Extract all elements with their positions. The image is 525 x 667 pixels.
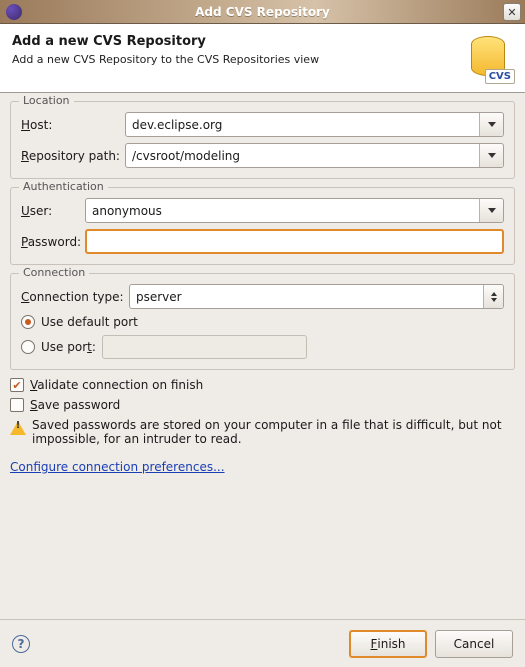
user-input[interactable]: anonymous (85, 198, 504, 223)
chevron-down-icon (488, 208, 496, 213)
connection-type-select[interactable]: pserver (129, 284, 504, 309)
chevron-down-icon (488, 153, 496, 158)
dialog-footer: ? Finish Cancel (0, 619, 525, 667)
location-legend: Location (19, 94, 74, 107)
use-port-radio[interactable]: Use port: (21, 335, 504, 359)
user-dropdown-button[interactable] (479, 199, 503, 222)
save-password-label: Save password (30, 398, 120, 412)
configure-preferences-link[interactable]: Configure connection preferences... (10, 460, 225, 474)
connection-type-spinner[interactable] (483, 285, 503, 308)
use-default-port-label: Use default port (41, 315, 138, 329)
connection-group: Connection Connection type: pserver Use … (10, 273, 515, 370)
warning-icon (10, 419, 26, 435)
port-input (102, 335, 307, 359)
dialog-header: Add a new CVS Repository Add a new CVS R… (0, 24, 525, 93)
save-password-checkbox[interactable]: Save password (10, 398, 515, 412)
authentication-group: Authentication User: anonymous Password: (10, 187, 515, 265)
cvs-repository-icon: CVS (465, 34, 513, 82)
checkbox-icon (10, 398, 24, 412)
host-label: Host: (21, 118, 125, 132)
connection-type-label: Connection type: (21, 290, 129, 304)
host-value: dev.eclipse.org (132, 118, 222, 132)
validate-connection-label: Validate connection on finish (30, 378, 203, 392)
warning-message: Saved passwords are stored on your compu… (10, 418, 515, 446)
password-input[interactable] (85, 229, 504, 254)
host-dropdown-button[interactable] (479, 113, 503, 136)
connection-type-value: pserver (136, 290, 182, 304)
user-label: User: (21, 204, 85, 218)
warning-text: Saved passwords are stored on your compu… (32, 418, 515, 446)
cancel-button[interactable]: Cancel (435, 630, 513, 658)
repository-path-value: /cvsroot/modeling (132, 149, 240, 163)
finish-button[interactable]: Finish (349, 630, 427, 658)
finish-label-tail: inish (377, 637, 405, 651)
titlebar: Add CVS Repository ✕ (0, 0, 525, 24)
host-input[interactable]: dev.eclipse.org (125, 112, 504, 137)
validate-connection-checkbox[interactable]: Validate connection on finish (10, 378, 515, 392)
repository-path-input[interactable]: /cvsroot/modeling (125, 143, 504, 168)
password-label: Password: (21, 235, 85, 249)
cvs-badge: CVS (485, 69, 515, 84)
location-group: Location Host: dev.eclipse.org Repositor… (10, 101, 515, 179)
checkbox-icon (10, 378, 24, 392)
app-icon (6, 4, 22, 20)
use-port-label: Use port: (41, 340, 96, 354)
repository-path-label: Repository path: (21, 149, 125, 163)
use-default-port-radio[interactable]: Use default port (21, 315, 504, 329)
help-button[interactable]: ? (12, 635, 30, 653)
dialog-title: Add a new CVS Repository (12, 34, 319, 49)
connection-legend: Connection (19, 266, 89, 279)
window-title: Add CVS Repository (195, 5, 330, 19)
chevron-down-icon (488, 122, 496, 127)
repository-path-dropdown-button[interactable] (479, 144, 503, 167)
user-value: anonymous (92, 204, 162, 218)
radio-icon (21, 340, 35, 354)
radio-icon (21, 315, 35, 329)
close-button[interactable]: ✕ (503, 3, 521, 21)
dialog-subtitle: Add a new CVS Repository to the CVS Repo… (12, 53, 319, 66)
authentication-legend: Authentication (19, 180, 108, 193)
